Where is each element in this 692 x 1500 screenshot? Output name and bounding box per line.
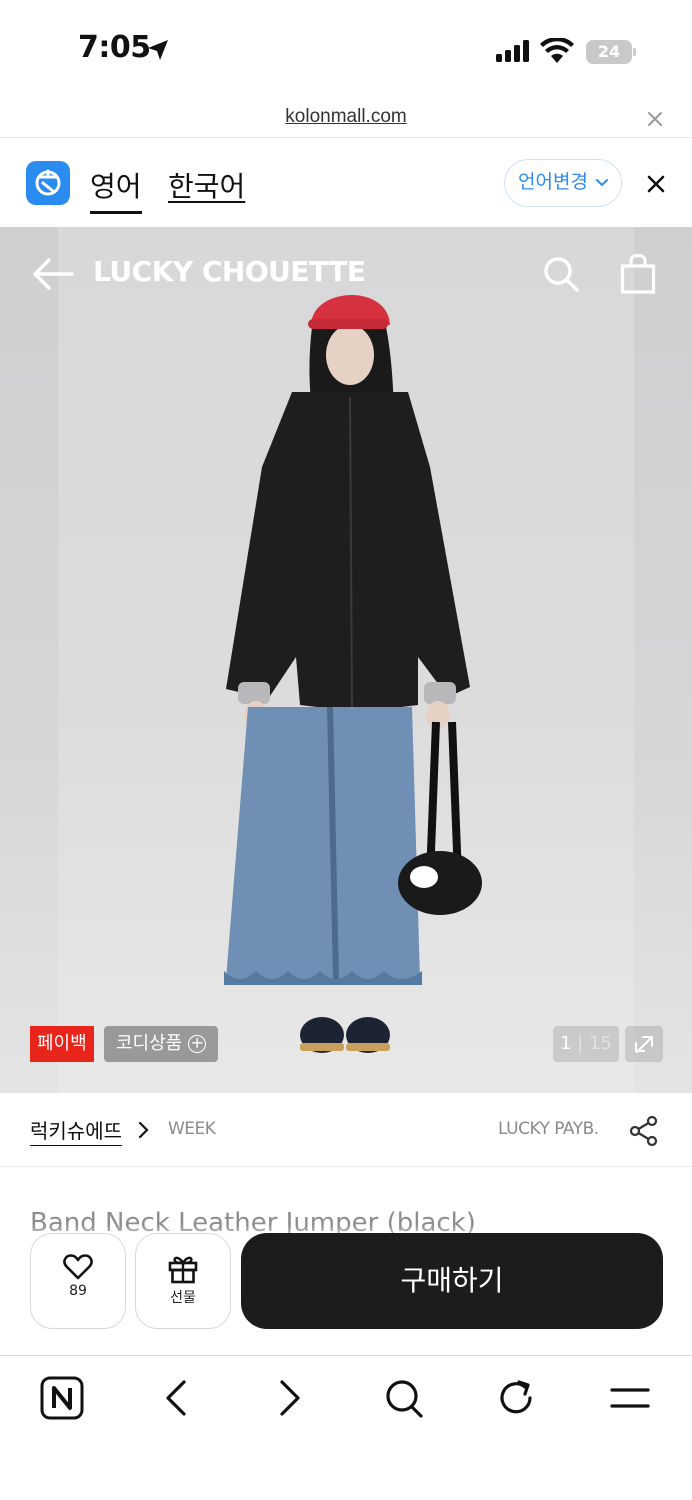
wifi-icon (540, 38, 574, 63)
gift-button[interactable]: 선물 (135, 1233, 231, 1329)
gift-icon (168, 1256, 198, 1284)
expand-image-button[interactable] (625, 1026, 663, 1062)
change-language-label: 언어변경 (518, 171, 588, 193)
codi-products-label: 코디상품 (116, 1033, 183, 1054)
change-language-button[interactable]: 언어변경 (504, 159, 622, 207)
share-icon[interactable] (628, 1115, 660, 1147)
chevron-down-icon (596, 179, 608, 187)
current-image-index: 1 (560, 1033, 572, 1054)
close-icon[interactable] (646, 174, 666, 194)
total-image-count: 15 (589, 1033, 612, 1054)
heart-icon (63, 1254, 93, 1280)
payback-badge: 페이백 (30, 1026, 94, 1062)
close-icon[interactable] (646, 110, 664, 128)
battery-icon: 24 (586, 40, 632, 64)
status-bar: 7:05 24 (0, 0, 692, 100)
search-icon[interactable] (542, 255, 580, 293)
chevron-right-icon[interactable] (138, 1121, 150, 1139)
image-separator: | (571, 1033, 590, 1054)
expand-icon (635, 1036, 653, 1053)
back-icon[interactable] (162, 1376, 190, 1420)
naver-icon[interactable] (40, 1376, 84, 1420)
image-page-counter: 1 | 15 (553, 1026, 619, 1062)
translate-app-icon[interactable] (26, 161, 70, 205)
product-image-gallery[interactable]: LUCKY CHOUETTE 페이백 코디상품 + 1 | 15 (0, 227, 692, 1093)
search-icon[interactable] (384, 1376, 424, 1420)
battery-level: 24 (597, 42, 621, 61)
back-arrow-icon[interactable] (32, 257, 74, 291)
brand-link[interactable]: 럭키슈에뜨 (30, 1115, 122, 1146)
active-tab-indicator (90, 211, 142, 214)
location-arrow-icon (148, 40, 168, 60)
url-domain[interactable]: kolonmall.com (0, 106, 692, 128)
url-bar[interactable]: kolonmall.com (0, 100, 692, 138)
season-tag: WEEK (168, 1119, 216, 1139)
shopping-bag-icon[interactable] (620, 253, 656, 295)
battery-tip (633, 48, 636, 56)
purchase-action-bar: 89 선물 구매하기 (0, 1225, 692, 1337)
like-button[interactable]: 89 (30, 1233, 126, 1329)
tab-source-language[interactable]: 영어 (90, 165, 142, 205)
tab-target-language[interactable]: 한국어 (168, 165, 245, 205)
menu-icon[interactable] (608, 1376, 652, 1420)
codi-products-button[interactable]: 코디상품 + (104, 1026, 219, 1062)
translate-bar: 영어 한국어 언어변경 (0, 139, 692, 227)
plus-circle-icon: + (188, 1035, 207, 1053)
gift-label: 선물 (170, 1290, 196, 1306)
like-count: 89 (69, 1283, 87, 1299)
signal-icon (496, 40, 529, 62)
payback-tag: LUCKY PAYB. (498, 1119, 599, 1139)
buy-button[interactable]: 구매하기 (241, 1233, 663, 1329)
reload-icon[interactable] (497, 1376, 537, 1420)
model-photo (224, 294, 482, 1053)
browser-toolbar (0, 1355, 692, 1500)
brand-info-row: 럭키슈에뜨 WEEK LUCKY PAYB. (0, 1093, 692, 1167)
status-time: 7:05 (78, 30, 151, 65)
brand-title[interactable]: LUCKY CHOUETTE (93, 255, 366, 288)
forward-icon[interactable] (276, 1376, 304, 1420)
